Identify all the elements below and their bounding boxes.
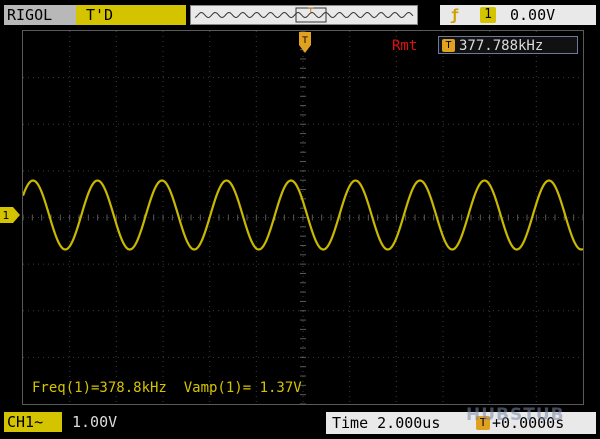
top-status-bar: RIGOL T'D T ƒ 1 0.00V [0,0,600,30]
channel1-offset-marker[interactable]: 1 [0,207,20,223]
memory-depth-indicator: T [190,5,418,25]
svg-text:1: 1 [3,209,10,222]
trigger-icon: T [442,39,455,52]
trigger-source-badge: 1 [480,7,496,23]
remote-indicator: Rmt [392,38,418,54]
channel1-badge[interactable]: CH1~ [4,412,62,432]
channel1-trace [23,179,583,251]
watermark: HUBSTUB [466,405,565,425]
trigger-level: 0.00V [510,6,556,24]
channel1-label: CH1 [7,413,35,431]
measurement-readout: Freq(1)=378.8kHz Vamp(1)= 1.37V [32,380,302,396]
ac-coupling-icon: ~ [34,413,44,431]
volts-per-div: 1.00V [72,413,118,431]
trigger-position-marker[interactable]: T [297,32,313,54]
trigger-frequency-value: 377.788kHz [459,38,544,54]
rising-edge-icon: ƒ [450,6,460,24]
run-state-badge: T'D [76,5,186,25]
trigger-frequency-counter: T 377.788kHz [438,36,578,54]
waveform-display [22,30,584,405]
trigger-settings[interactable]: ƒ 1 0.00V [440,5,596,25]
svg-text:T: T [301,36,308,46]
svg-text:T: T [307,7,314,17]
brand-label: RIGOL [4,5,76,25]
timebase-value: Time 2.000us [332,414,441,432]
memory-waveform-preview: T [194,7,414,23]
